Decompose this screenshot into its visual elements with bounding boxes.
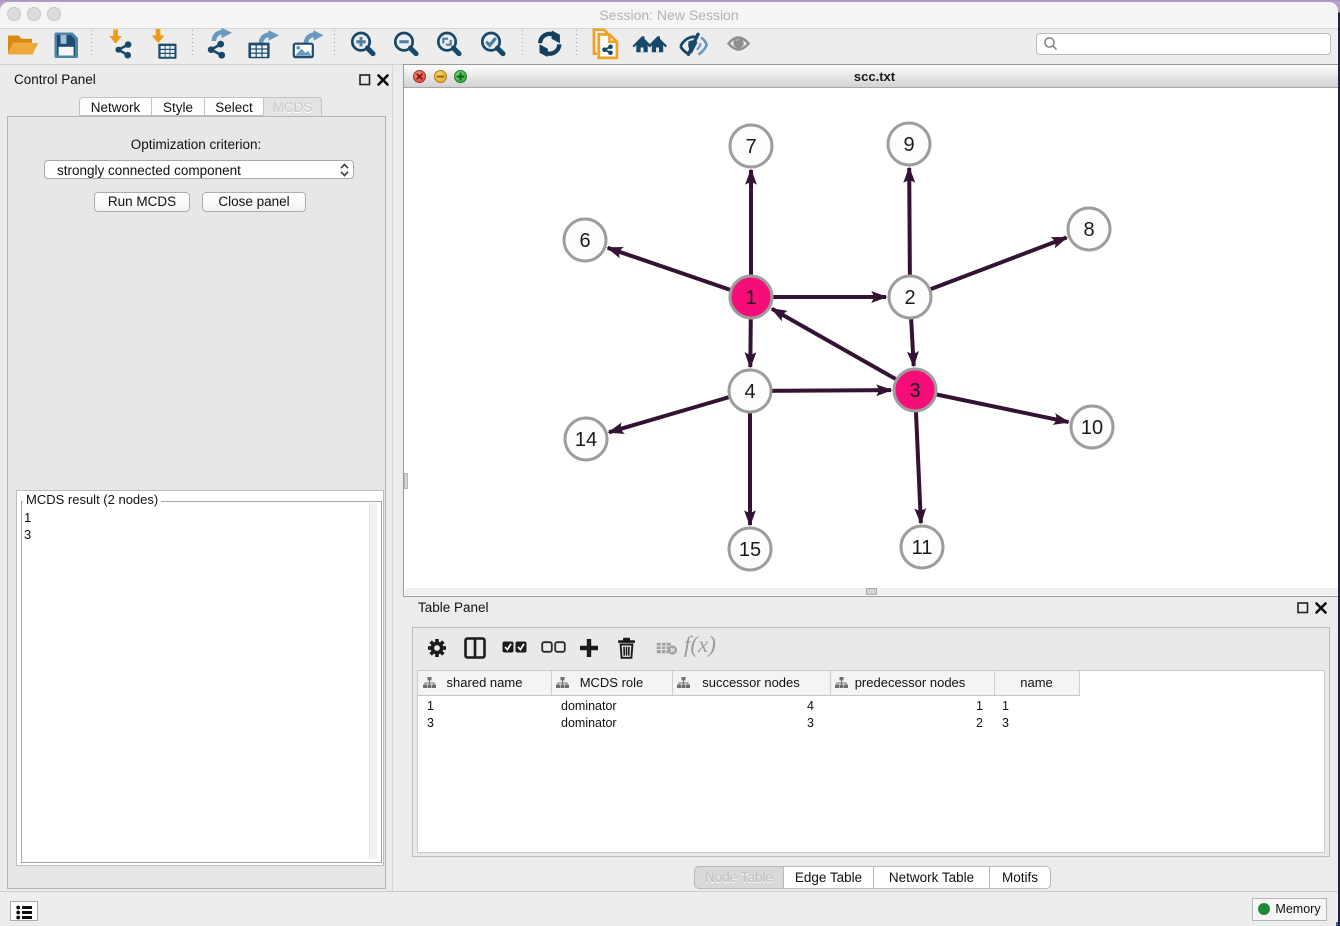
svg-text:2: 2	[904, 287, 915, 309]
svg-text:3: 3	[909, 380, 920, 402]
svg-text:4: 4	[744, 381, 755, 403]
svg-text:10: 10	[1081, 417, 1103, 439]
svg-text:15: 15	[739, 539, 761, 561]
svg-text:6: 6	[579, 230, 590, 252]
svg-text:9: 9	[903, 134, 914, 156]
svg-text:14: 14	[575, 429, 597, 451]
svg-text:7: 7	[745, 136, 756, 158]
svg-text:11: 11	[912, 537, 933, 559]
svg-text:1: 1	[745, 287, 756, 309]
svg-text:8: 8	[1083, 219, 1094, 241]
